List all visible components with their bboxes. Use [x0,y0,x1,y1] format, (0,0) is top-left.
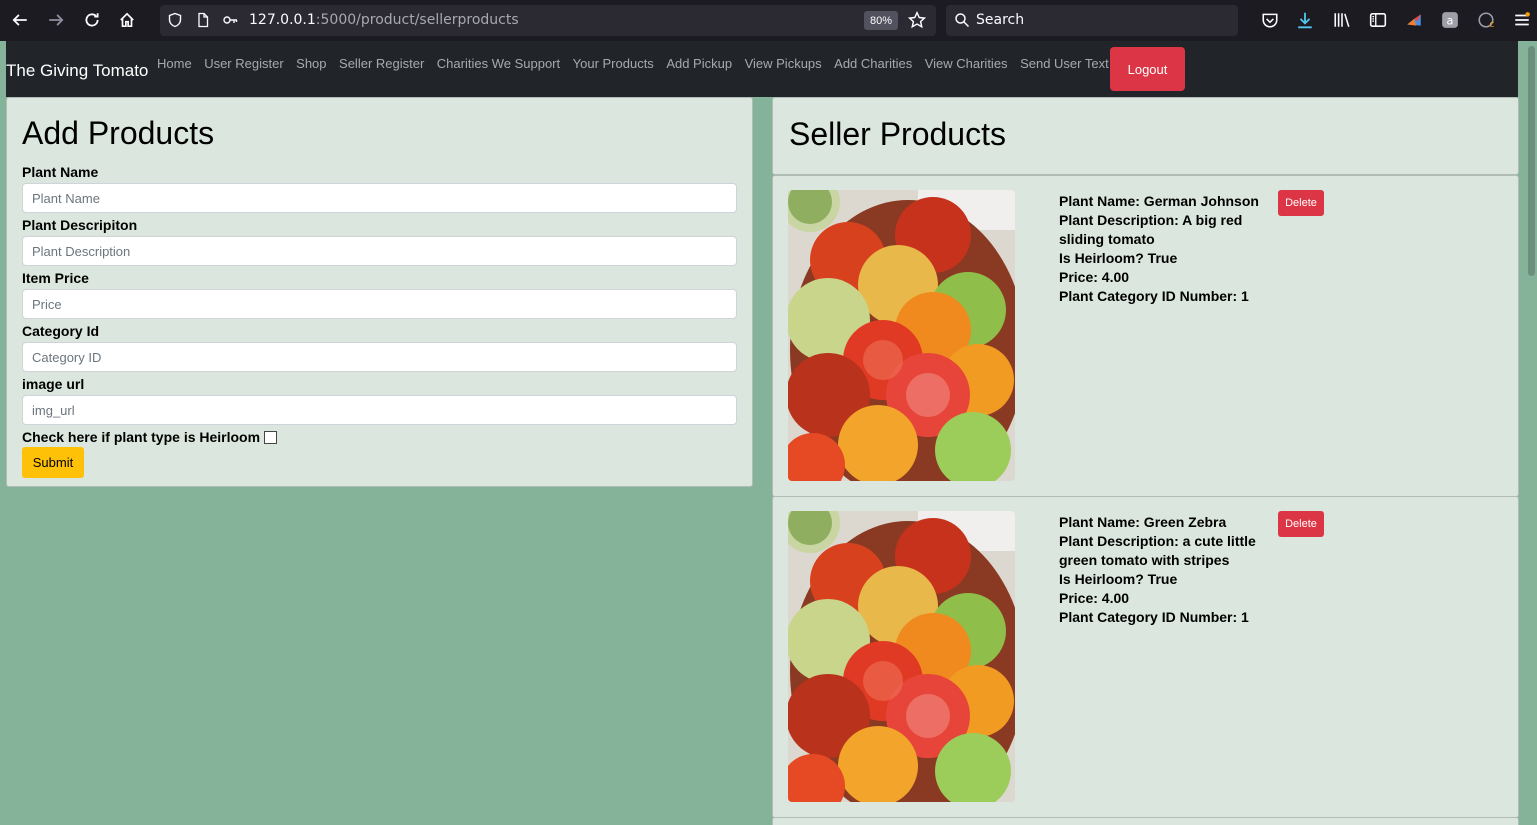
search-placeholder: Search [976,12,1025,28]
nav-link-send-user-text[interactable]: Send User Text [1020,56,1109,71]
price-input[interactable] [22,289,737,319]
shield-icon[interactable] [167,12,183,28]
heirloom-text: Is Heirloom? True [1059,250,1178,266]
category-id-text: Plant Category ID Number: 1 [1059,609,1249,625]
nav-link-view-charities[interactable]: View Charities [925,56,1008,71]
price-text: Price: 4.00 [1059,590,1130,606]
extension-icon[interactable] [1405,11,1423,29]
page-icon [198,12,209,28]
plant-description-input[interactable] [22,236,737,266]
tomato-image [788,511,1015,802]
nav-link-user-register[interactable]: User Register [204,56,283,71]
extension-c-icon[interactable]: c [1477,11,1495,29]
plant-name-input[interactable] [22,183,737,213]
reload-icon[interactable] [77,5,107,35]
heirloom-checkbox[interactable] [264,430,278,444]
add-products-card: Add Products Plant Name Plant Descripito… [6,97,753,487]
nav-link-add-charities[interactable]: Add Charities [834,56,912,71]
heirloom-text: Is Heirloom? True [1059,571,1178,587]
plant-name-text: Plant Name: German Johnson [1059,193,1259,209]
svg-text:a: a [1447,15,1454,28]
nav-link-home[interactable]: Home [157,56,192,71]
pocket-icon[interactable] [1261,11,1279,29]
nav-link-your-products[interactable]: Your Products [573,56,654,71]
bookmark-star-icon[interactable] [908,11,926,29]
product-card: Plant Name: Green Zebra Plant Descriptio… [772,496,1519,818]
menu-icon[interactable] [1513,11,1531,29]
url-host: 127.0.0.1 [249,12,316,28]
product-card-partial [772,817,1519,825]
plant-description-text: Plant Description: A big red sliding tom… [1059,212,1243,247]
category-id-label: Category Id [22,323,100,339]
heirloom-label: Check here if plant type is Heirloom [22,429,261,445]
zoom-level-badge[interactable]: 80% [864,11,898,30]
seller-products-header: Seller Products [772,97,1519,175]
library-icon[interactable] [1333,11,1351,29]
image-url-input[interactable] [22,395,737,425]
plant-description-label: Plant Descripiton [22,217,138,233]
search-icon [955,13,970,28]
nav-link-view-pickups[interactable]: View Pickups [745,56,822,71]
seller-products-title: Seller Products [789,116,1006,152]
nav-link-seller-register[interactable]: Seller Register [339,56,424,71]
url-path: :5000/product/sellerproducts [315,12,519,28]
extension-s-icon[interactable]: a [1441,11,1459,29]
item-price-label: Item Price [22,270,89,286]
url-text[interactable]: 127.0.0.1:5000/product/sellerproducts [249,12,519,28]
plant-name-label: Plant Name [22,164,99,180]
plant-description-text: Plant Description: a cute little green t… [1059,533,1256,568]
brand-link[interactable]: The Giving Tomato [6,61,148,81]
plant-name-text: Plant Name: Green Zebra [1059,514,1227,530]
address-bar[interactable]: 127.0.0.1:5000/product/sellerproducts 80… [160,5,936,36]
delete-button[interactable]: Delete [1278,511,1324,537]
nav-links: Home User Register Shop Seller Register … [157,56,1121,71]
home-icon[interactable] [112,5,142,35]
browser-toolbar: 127.0.0.1:5000/product/sellerproducts 80… [0,0,1537,41]
product-info: Plant Name: German Johnson Plant Descrip… [1059,192,1264,306]
scrollbar-thumb[interactable] [1528,46,1535,276]
delete-button[interactable]: Delete [1278,190,1324,216]
nav-link-charities-we-support[interactable]: Charities We Support [437,56,560,71]
download-icon[interactable] [1296,11,1314,29]
product-info: Plant Name: Green Zebra Plant Descriptio… [1059,513,1264,627]
site-navbar: The Giving Tomato Home User Register Sho… [6,41,1518,97]
logout-button[interactable]: Logout [1110,47,1185,91]
price-text: Price: 4.00 [1059,269,1130,285]
key-icon[interactable] [222,12,238,28]
submit-button[interactable]: Submit [22,447,84,478]
forward-arrow-icon[interactable] [41,5,71,35]
search-bar[interactable]: Search [946,5,1238,36]
category-id-text: Plant Category ID Number: 1 [1059,288,1249,304]
nav-link-add-pickup[interactable]: Add Pickup [666,56,732,71]
product-card: Plant Name: German Johnson Plant Descrip… [772,175,1519,497]
category-id-input[interactable] [22,342,737,372]
back-arrow-icon[interactable] [5,5,35,35]
svg-text:c: c [1489,20,1494,29]
sidebar-icon[interactable] [1369,11,1387,29]
add-products-title: Add Products [22,115,215,151]
nav-link-shop[interactable]: Shop [296,56,326,71]
heirloom-row: Check here if plant type is Heirloom [22,428,737,446]
tomato-image [788,190,1015,481]
image-url-label: image url [22,376,85,392]
